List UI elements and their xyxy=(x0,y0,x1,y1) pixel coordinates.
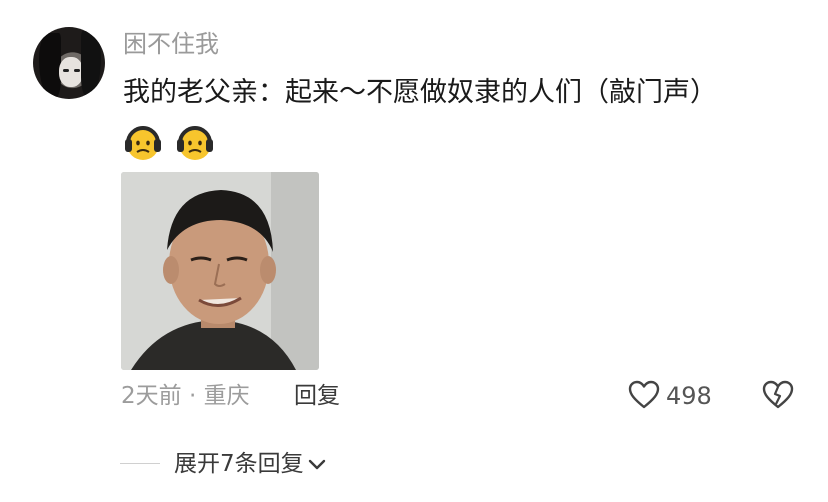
comment-text: 我的老父亲：起来～不愿做奴隶的人们（敲门声） xyxy=(123,77,717,108)
avatar-hair xyxy=(39,33,61,99)
avatar-eye xyxy=(63,69,69,72)
expand-replies-label: 展开7条回复 xyxy=(174,451,304,477)
chevron-down-icon xyxy=(308,459,325,469)
avatar-hair xyxy=(81,31,101,97)
divider xyxy=(120,463,160,464)
comment-username[interactable]: 困不住我 xyxy=(123,28,219,60)
like-count: 498 xyxy=(666,382,712,410)
comment-meta: 2天前 · 重庆 xyxy=(121,383,250,409)
reply-button[interactable]: 回复 xyxy=(294,380,340,412)
man-photo xyxy=(121,172,319,370)
heart-outline-icon[interactable] xyxy=(628,380,660,410)
comment-image[interactable] xyxy=(121,172,319,370)
avatar-face xyxy=(59,57,83,87)
broken-heart-icon[interactable] xyxy=(762,380,794,410)
avatar-eye xyxy=(74,69,80,72)
headphone-face-emoji xyxy=(177,126,213,160)
user-avatar[interactable] xyxy=(33,27,105,99)
expand-replies-button[interactable]: 展开7条回复 xyxy=(174,448,326,480)
headphone-face-emoji xyxy=(125,126,161,160)
